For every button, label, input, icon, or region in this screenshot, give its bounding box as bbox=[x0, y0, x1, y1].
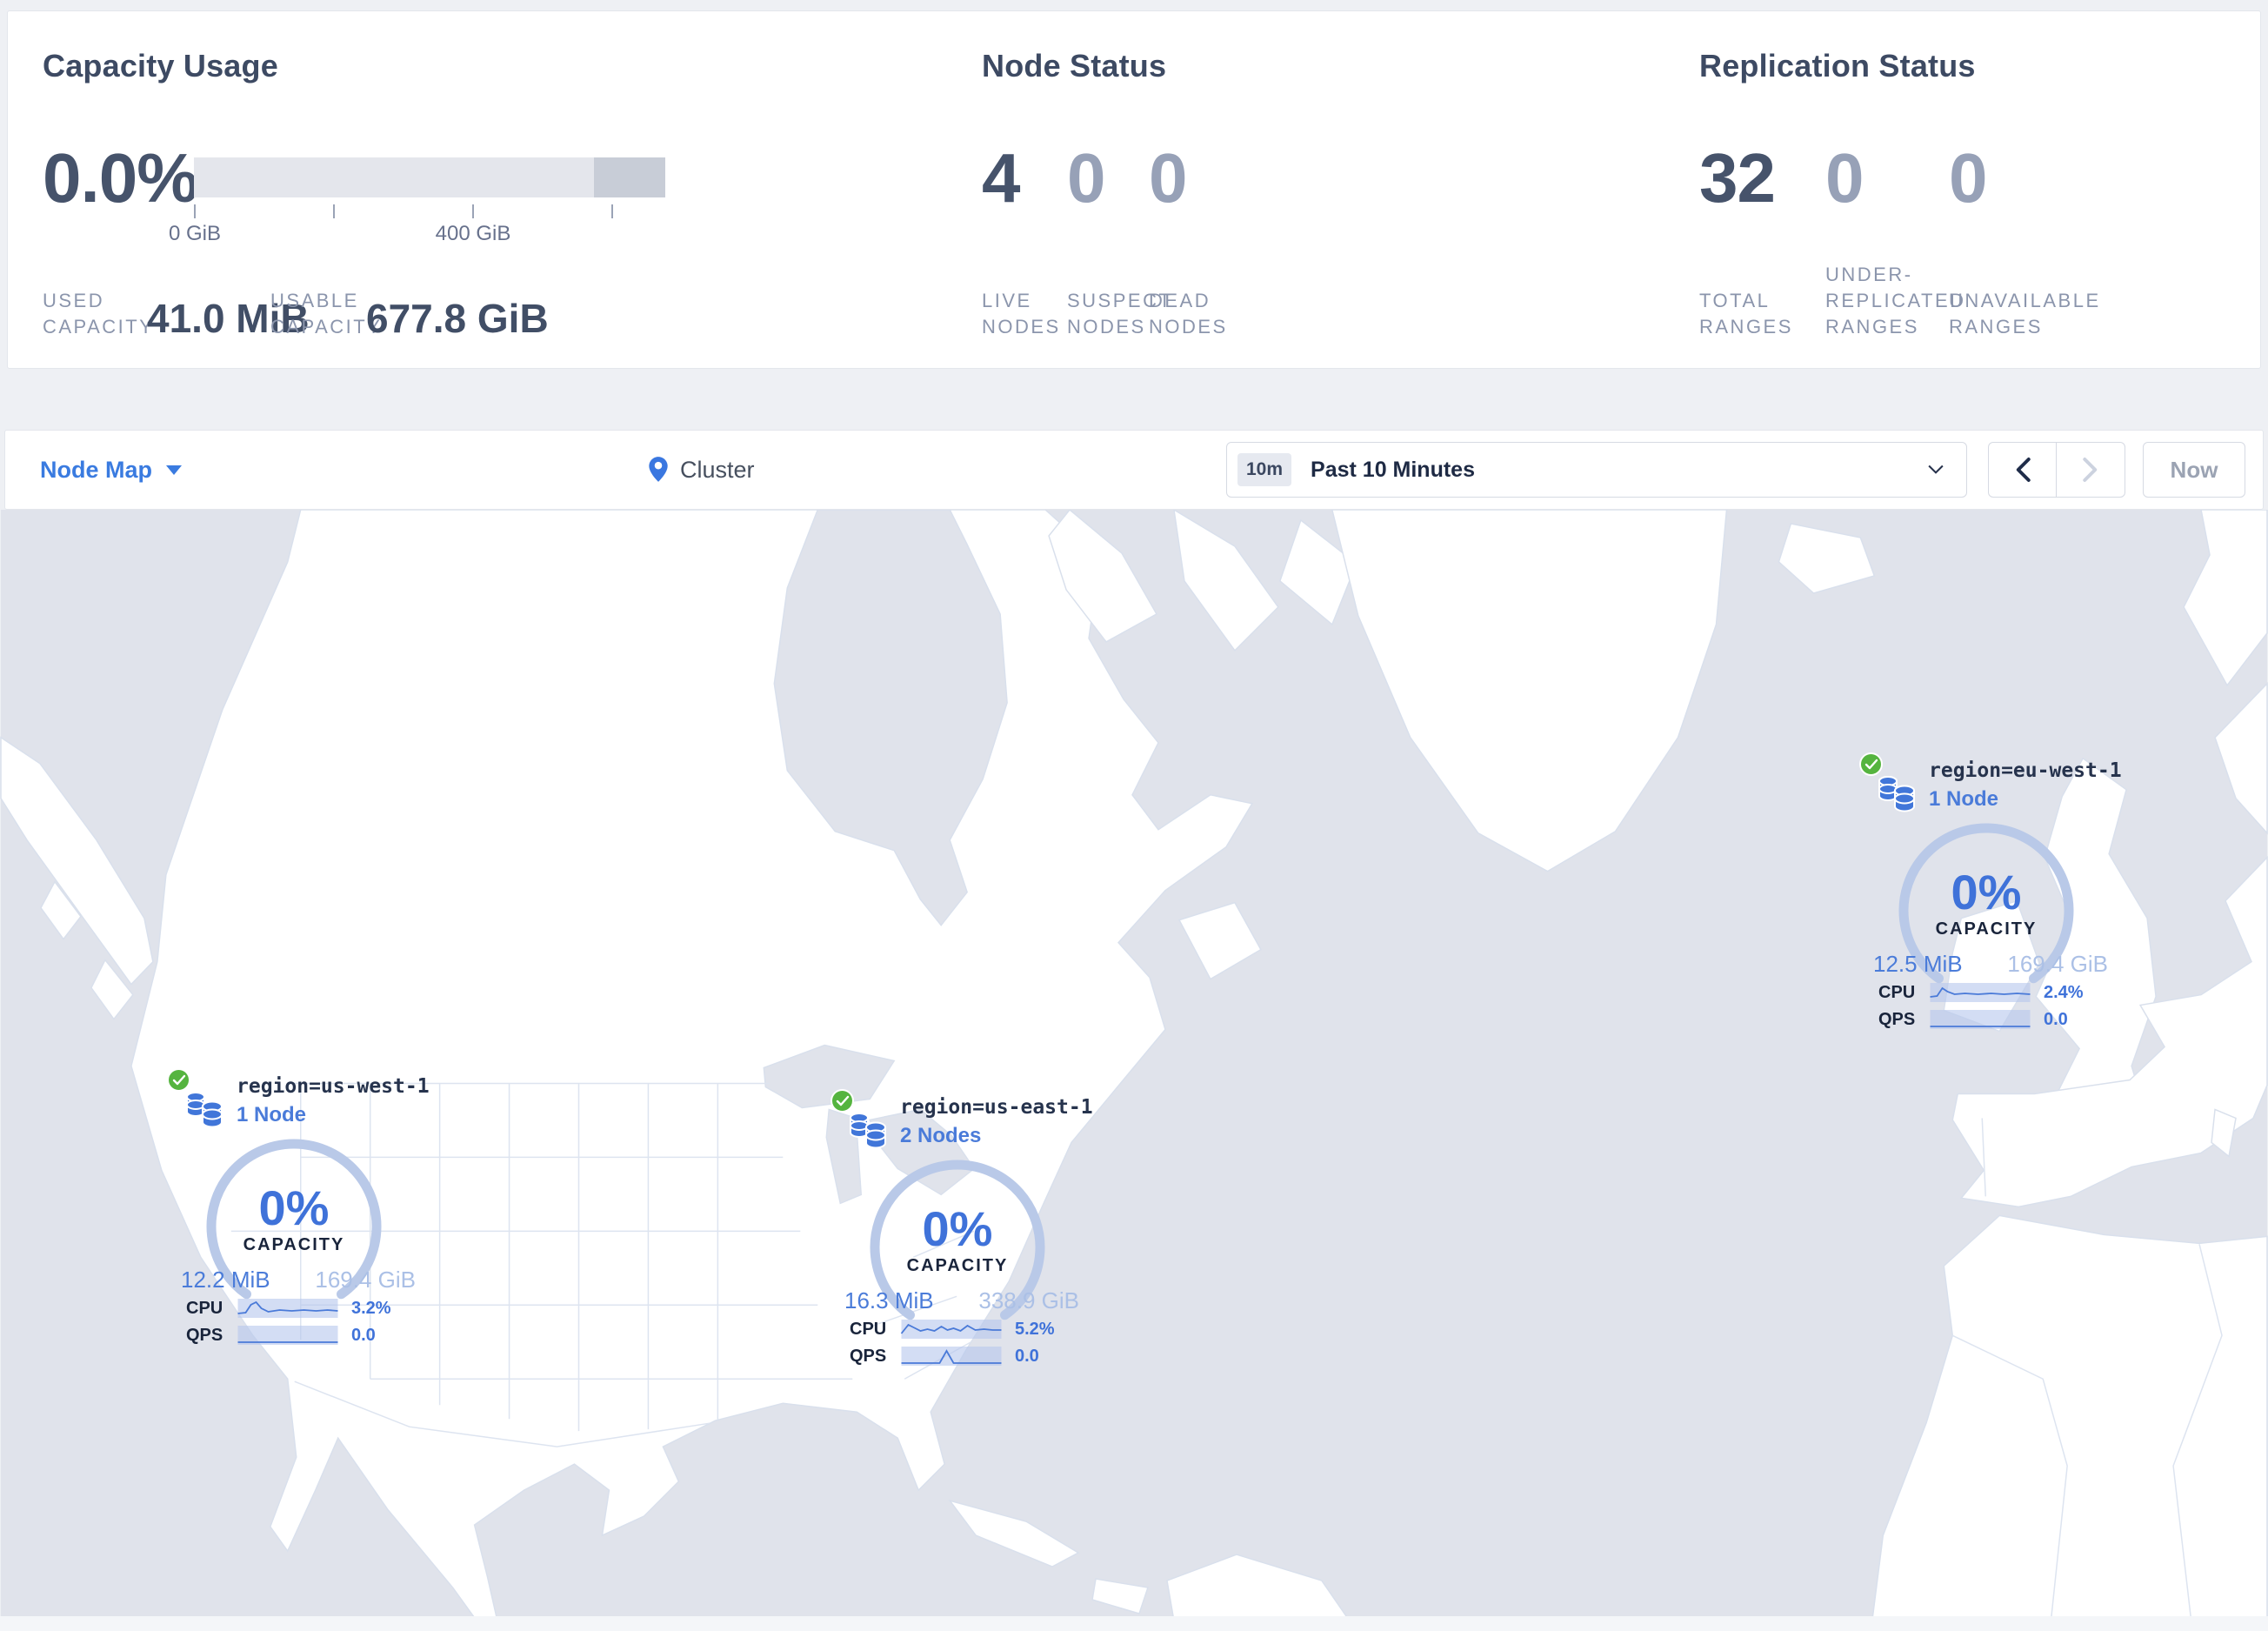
qps-sparkline bbox=[1930, 1010, 2031, 1029]
nodes-stack-icon bbox=[1878, 776, 1915, 812]
time-range-dropdown[interactable]: 10m Past 10 Minutes bbox=[1226, 442, 1967, 498]
region-total-capacity: 338.9 GiB bbox=[978, 1287, 1079, 1313]
qps-value: 0.0 bbox=[1015, 1346, 1039, 1366]
capacity-bar-reserved-segment bbox=[594, 157, 665, 197]
map-bottom-strip bbox=[0, 1616, 2268, 1631]
gauge-caption: CAPACITY bbox=[1935, 919, 2038, 939]
chevron-right-icon bbox=[2083, 458, 2098, 482]
under-replicated-count: 0 bbox=[1825, 139, 1864, 217]
node-status-title: Node Status bbox=[982, 48, 1167, 84]
nodes-stack-icon bbox=[186, 1092, 223, 1128]
qps-label: QPS bbox=[1878, 1009, 1916, 1029]
nodes-stack-icon bbox=[850, 1113, 886, 1149]
total-ranges-label: TOTAL RANGES bbox=[1699, 290, 1793, 338]
live-nodes-label: LIVE NODES bbox=[982, 290, 1061, 338]
capacity-axis-tick bbox=[194, 204, 196, 218]
breadcrumb[interactable]: Cluster bbox=[647, 431, 755, 509]
capacity-axis-tick bbox=[333, 204, 335, 218]
suspect-nodes-count: 0 bbox=[1067, 139, 1105, 217]
breadcrumb-label: Cluster bbox=[680, 456, 755, 483]
qps-label: QPS bbox=[850, 1346, 887, 1366]
qps-sparkline bbox=[237, 1326, 338, 1345]
capacity-axis-tick bbox=[611, 204, 613, 218]
capacity-axis-tick bbox=[472, 204, 474, 218]
gauge-percent: 0% bbox=[922, 1201, 993, 1256]
time-range-label: Past 10 Minutes bbox=[1311, 457, 1475, 482]
gauge-caption: CAPACITY bbox=[243, 1235, 345, 1254]
cpu-value: 5.2% bbox=[1015, 1319, 1055, 1339]
chevron-left-icon bbox=[2016, 458, 2031, 482]
replication-status-title: Replication Status bbox=[1699, 48, 1976, 84]
qps-value: 0.0 bbox=[351, 1325, 376, 1345]
unavailable-label: UNAVAILABLE RANGES bbox=[1949, 290, 2101, 338]
cpu-metric-row: CPU 2.4% bbox=[1878, 982, 2108, 1003]
cpu-sparkline bbox=[237, 1299, 338, 1318]
capacity-bar bbox=[194, 157, 665, 197]
region-total-capacity: 169.4 GiB bbox=[2007, 951, 2108, 977]
qps-label: QPS bbox=[186, 1325, 223, 1345]
used-capacity-label: USED CAPACITY bbox=[43, 290, 155, 338]
capacity-axis-label-400: 400 GiB bbox=[435, 222, 511, 245]
map-toolbar: Node Map Cluster 10m Past 10 Minutes Now bbox=[4, 430, 2264, 510]
next-time-button[interactable] bbox=[2057, 443, 2125, 497]
region-used-capacity: 16.3 MiB bbox=[844, 1287, 934, 1313]
chevron-down-icon bbox=[1928, 465, 1944, 474]
qps-metric-row: QPS 0.0 bbox=[1878, 1009, 2108, 1030]
gauge-percent: 0% bbox=[258, 1180, 330, 1235]
live-nodes-count: 4 bbox=[982, 139, 1020, 217]
qps-metric-row: QPS 0.0 bbox=[850, 1346, 1079, 1367]
region-node-count: 2 Nodes bbox=[900, 1124, 982, 1147]
unavailable-count: 0 bbox=[1949, 139, 1987, 217]
region-marker-eu-west-1[interactable]: region=eu-west-1 1 Node 0% CAPACITY 12.5… bbox=[1859, 752, 2122, 1039]
chevron-down-icon bbox=[166, 465, 183, 475]
cpu-value: 3.2% bbox=[351, 1298, 391, 1318]
gauge-caption: CAPACITY bbox=[906, 1256, 1009, 1275]
region-marker-us-west-1[interactable]: region=us-west-1 1 Node 0% CAPACITY 12.2… bbox=[167, 1068, 430, 1355]
cpu-value: 2.4% bbox=[2044, 982, 2084, 1002]
view-selector-dropdown[interactable]: Node Map bbox=[40, 431, 183, 509]
region-used-capacity: 12.5 MiB bbox=[1873, 951, 1963, 977]
capacity-percent: 0.0% bbox=[43, 139, 198, 217]
time-step-buttons bbox=[1988, 442, 2125, 498]
time-range-badge: 10m bbox=[1237, 453, 1292, 486]
qps-metric-row: QPS 0.0 bbox=[186, 1325, 416, 1346]
now-button[interactable]: Now bbox=[2143, 442, 2245, 498]
region-used-capacity: 12.2 MiB bbox=[181, 1267, 270, 1293]
qps-sparkline bbox=[901, 1347, 1002, 1366]
cpu-metric-row: CPU 3.2% bbox=[186, 1298, 416, 1319]
under-replicated-label: UNDER-REPLICATED RANGES bbox=[1825, 264, 1966, 338]
region-label: region=us-east-1 bbox=[900, 1096, 1093, 1119]
region-node-count: 1 Node bbox=[237, 1103, 307, 1126]
view-selector-label: Node Map bbox=[40, 456, 153, 483]
cluster-summary-bar: Capacity Usage 0.0% 0 GiB 400 GiB USED C… bbox=[7, 10, 2261, 369]
region-label: region=us-west-1 bbox=[237, 1075, 430, 1098]
cpu-label: CPU bbox=[1878, 982, 1916, 1002]
cpu-metric-row: CPU 5.2% bbox=[850, 1319, 1079, 1340]
capacity-axis-label-0: 0 GiB bbox=[168, 222, 222, 245]
capacity-usage-title: Capacity Usage bbox=[43, 48, 278, 84]
cpu-sparkline bbox=[1930, 983, 2031, 1002]
region-marker-us-east-1[interactable]: region=us-east-1 2 Nodes 0% CAPACITY 16.… bbox=[830, 1089, 1093, 1376]
total-ranges-count: 32 bbox=[1699, 139, 1776, 217]
cpu-label: CPU bbox=[186, 1298, 223, 1318]
region-label: region=eu-west-1 bbox=[1929, 759, 2122, 782]
cpu-sparkline bbox=[900, 1320, 1002, 1339]
map-pin-icon bbox=[649, 457, 668, 482]
dead-nodes-label: DEAD NODES bbox=[1149, 290, 1228, 338]
dead-nodes-count: 0 bbox=[1149, 139, 1187, 217]
suspect-nodes-label: SUSPECT NODES bbox=[1067, 290, 1173, 338]
region-node-count: 1 Node bbox=[1929, 787, 1999, 811]
previous-time-button[interactable] bbox=[1989, 443, 2057, 497]
region-total-capacity: 169.4 GiB bbox=[315, 1267, 416, 1293]
cpu-label: CPU bbox=[850, 1319, 887, 1339]
usable-capacity-value: 677.8 GiB bbox=[366, 296, 549, 341]
qps-value: 0.0 bbox=[2044, 1009, 2068, 1029]
gauge-percent: 0% bbox=[1951, 865, 2022, 919]
